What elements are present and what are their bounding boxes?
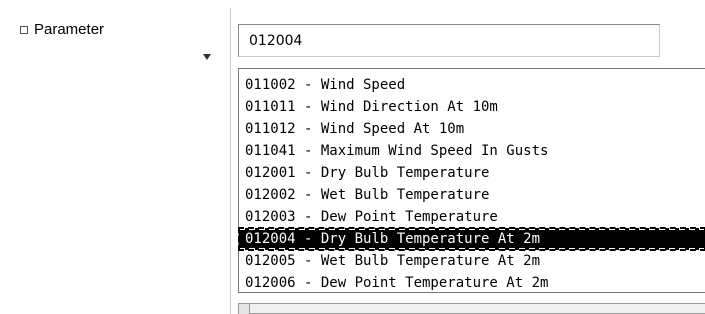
scroll-left-button[interactable]	[239, 304, 250, 314]
list-option[interactable]: 012005 - Wet Bulb Temperature At 2m	[239, 250, 705, 272]
checkbox-icon[interactable]	[20, 25, 28, 34]
parameter-field-label: Parameter	[20, 21, 104, 38]
list-option[interactable]: 011002 - Wind Speed	[239, 74, 705, 96]
list-option[interactable]: 012003 - Dew Point Temperature	[239, 206, 705, 228]
parameter-label: Parameter	[34, 21, 105, 38]
list-option[interactable]: 012001 - Dry Bulb Temperature	[239, 162, 705, 184]
parameter-input-value: 012004	[249, 32, 303, 49]
list-option[interactable]: 011011 - Wind Direction At 10m	[239, 96, 705, 118]
column-divider	[230, 8, 231, 314]
list-option[interactable]: 011012 - Wind Speed At 10m	[239, 118, 705, 140]
parameter-input[interactable]: 012004	[238, 24, 660, 57]
list-option[interactable]: 012006 - Dew Point Temperature At 2m	[239, 272, 705, 294]
list-option[interactable]: 012002 - Wet Bulb Temperature	[239, 184, 705, 206]
list-option[interactable]: 011041 - Maximum Wind Speed In Gusts	[239, 140, 705, 162]
parameter-listbox[interactable]: 011002 - Wind Speed 011011 - Wind Direct…	[238, 68, 705, 293]
horizontal-scrollbar[interactable]	[238, 303, 705, 314]
list-option-selected[interactable]: 012004 - Dry Bulb Temperature At 2m	[238, 227, 705, 251]
triangle-down-icon[interactable]	[203, 54, 211, 60]
